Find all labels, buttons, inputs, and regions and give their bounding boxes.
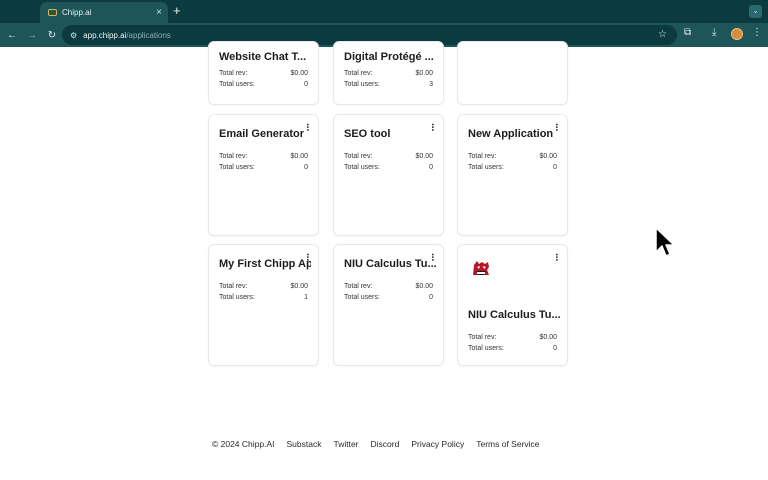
app-card[interactable]: New Application ··· Total rev: $0.00 Tota… <box>457 114 568 236</box>
app-title: NIU Calculus Tu... <box>468 309 560 321</box>
app-card[interactable]: ··· NIU Calculus Tu... Total rev: $0.00 T… <box>457 244 568 366</box>
footer-link-twitter[interactable]: Twitter <box>333 439 358 449</box>
stat-users: Total users: 0 <box>468 345 557 352</box>
profile-avatar[interactable] <box>731 28 743 40</box>
mouse-cursor-icon <box>655 227 675 257</box>
stat-rev: Total rev: $0.00 <box>344 283 433 290</box>
stat-users: Total users: 1 <box>219 294 308 301</box>
footer-link-privacy[interactable]: Privacy Policy <box>411 439 464 449</box>
stat-users: Total users: 0 <box>344 164 433 171</box>
stat-users: Total users: 3 <box>344 81 433 88</box>
footer-link-substack[interactable]: Substack <box>287 439 322 449</box>
browser-tab[interactable]: Chipp.ai × <box>40 2 168 23</box>
more-options-icon[interactable]: ··· <box>301 253 313 261</box>
page-footer: © 2024 Chipp.AI Substack Twitter Discord… <box>212 439 540 449</box>
app-title: Website Chat T... <box>219 51 307 63</box>
stat-users: Total users: 0 <box>219 164 308 171</box>
new-tab-button[interactable]: + <box>173 3 181 19</box>
app-title: SEO tool <box>344 128 391 140</box>
stat-users: Total users: 0 <box>468 164 557 171</box>
forward-icon[interactable]: → <box>22 30 42 41</box>
footer-copyright: © 2024 Chipp.AI <box>212 439 275 449</box>
back-icon[interactable]: ← <box>2 30 22 41</box>
footer-link-terms[interactable]: Terms of Service <box>476 439 539 449</box>
download-icon[interactable]: ⤓ <box>712 27 716 38</box>
more-options-icon[interactable]: ··· <box>550 253 562 261</box>
tab-search-icon[interactable]: ⌄ <box>749 5 762 18</box>
app-card[interactable]: SEO tool ··· Total rev: $0.00 Total users… <box>333 114 444 236</box>
app-title: NIU Calculus Tu... <box>344 258 436 270</box>
more-options-icon[interactable]: ··· <box>550 123 562 131</box>
app-title: My First Chipp Ap <box>219 258 311 270</box>
tab-title: Chipp.ai <box>62 8 92 17</box>
stat-rev: Total rev: $0.00 <box>468 153 557 160</box>
url-host: app.chipp.ai <box>83 30 127 40</box>
stat-rev: Total rev: $0.00 <box>344 153 433 160</box>
app-title: Email Generator <box>219 128 304 140</box>
more-options-icon[interactable]: ··· <box>426 123 438 131</box>
stat-rev: Total rev: $0.00 <box>344 70 433 77</box>
chipp-favicon-icon <box>48 9 57 16</box>
tab-strip: Chipp.ai × + ⌄ <box>0 0 768 23</box>
app-card[interactable] <box>457 41 568 105</box>
app-card[interactable]: Email Generator ··· Total rev: $0.00 Tota… <box>208 114 319 236</box>
footer-link-discord[interactable]: Discord <box>371 439 400 449</box>
stat-rev: Total rev: $0.00 <box>219 153 308 160</box>
stat-rev: Total rev: $0.00 <box>468 334 557 341</box>
stat-users: Total users: 0 <box>219 81 308 88</box>
app-card[interactable]: Digital Protégé ... Total rev: $0.00 Tota… <box>333 41 444 105</box>
star-icon[interactable]: ☆ <box>658 29 667 40</box>
niu-husky-logo-icon <box>473 261 489 275</box>
applications-page: Website Chat T... Total rev: $0.00 Total … <box>0 41 768 480</box>
app-card[interactable]: Website Chat T... Total rev: $0.00 Total … <box>208 41 319 105</box>
stat-rev: Total rev: $0.00 <box>219 283 308 290</box>
app-card[interactable]: NIU Calculus Tu... ··· Total rev: $0.00 T… <box>333 244 444 366</box>
app-title: Digital Protégé ... <box>344 51 434 63</box>
stat-users: Total users: 0 <box>344 294 433 301</box>
stat-rev: Total rev: $0.00 <box>219 70 308 77</box>
extensions-icon[interactable]: ⧉ <box>684 27 691 38</box>
tab-close-icon[interactable]: × <box>156 7 162 18</box>
more-options-icon[interactable]: ··· <box>301 123 313 131</box>
reload-icon[interactable]: ↻ <box>42 30 62 41</box>
url-path: /applications <box>126 30 171 40</box>
app-card[interactable]: My First Chipp Ap ··· Total rev: $0.00 To… <box>208 244 319 366</box>
app-title: New Application <box>468 128 554 140</box>
tune-icon[interactable]: ⚙ <box>70 31 77 40</box>
more-options-icon[interactable]: ··· <box>426 253 438 261</box>
menu-icon[interactable]: ⋮ <box>752 27 762 38</box>
